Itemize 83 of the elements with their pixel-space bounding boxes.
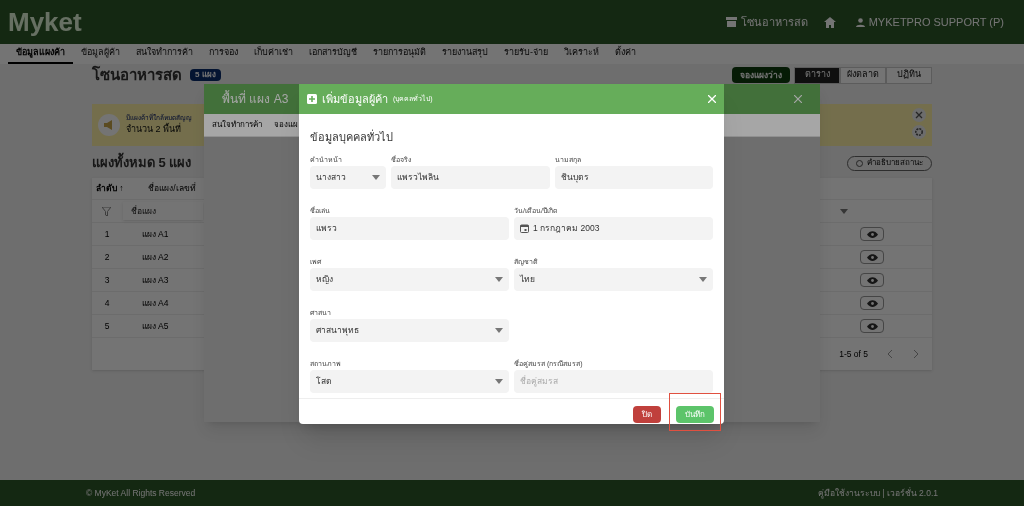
view-button[interactable] [860, 273, 884, 287]
caret-icon [495, 327, 503, 333]
nav-tab[interactable]: รายการอนุมัติ [365, 44, 434, 64]
table-cell-text: แผง A2 [140, 250, 170, 264]
caret-icon [840, 208, 848, 214]
eye-icon [866, 230, 878, 238]
table-cell-text: แผง A1 [140, 227, 170, 241]
column-header: ชื่อแผง/เลขที่ [147, 182, 197, 195]
select-field[interactable]: หญิง [310, 267, 509, 291]
dialog-tab[interactable]: จองแผ [274, 119, 298, 131]
input-field[interactable]: แพรว [310, 216, 509, 240]
megaphone-icon [98, 114, 120, 136]
logo: Myket [8, 5, 82, 39]
view-button[interactable] [860, 319, 884, 333]
table-cell-text: แผง A5 [140, 319, 170, 333]
close-icon[interactable] [794, 95, 802, 103]
nav-tab[interactable]: ข้อมูลแผงค้า [8, 44, 73, 64]
caret-icon [372, 174, 380, 180]
close-icon[interactable] [912, 108, 926, 122]
section-title: แผงทั้งหมด 5 แผง [92, 153, 192, 173]
column-header: ลำดับ ↑ [95, 182, 125, 195]
table-cell-text: 5 [103, 319, 111, 333]
section-heading: ข้อมูลบุคคลทั่วไป [310, 129, 394, 146]
nav-tab[interactable]: สนใจทำการค้า [128, 44, 201, 64]
page-title: โซนอาหารสด [92, 64, 182, 85]
caret-icon [495, 378, 503, 384]
select-field[interactable]: ศาสนาพุทธ [310, 318, 509, 342]
view-button[interactable] [860, 250, 884, 264]
eye-icon [866, 253, 878, 261]
table-cell-text: 1 [103, 227, 111, 241]
filter-field[interactable]: ชื่อแผง [123, 202, 203, 220]
select-field[interactable]: ไทย [514, 267, 713, 291]
nav-tab[interactable]: ข้อมูลผู้ค้า [73, 44, 128, 64]
input-field[interactable]: ชินบุตร [554, 165, 713, 189]
previous-icon[interactable] [888, 350, 893, 358]
date-field[interactable]: 1 กรกฎาคม 2003 [514, 216, 713, 240]
dialog-title: พื้นที่ แผง A3 [222, 90, 289, 108]
dialog-tab[interactable]: สนใจทำการค้า [212, 119, 262, 131]
table-cell-text: 3 [103, 273, 111, 287]
eye-icon [866, 299, 878, 307]
add-icon [307, 94, 317, 104]
view-tab[interactable]: ปฏิทิน [886, 66, 932, 84]
caret-icon [699, 276, 707, 282]
zone-link[interactable]: โซนอาหารสด [725, 13, 808, 31]
alert-count: จำนวน 2 พื้นที่ [126, 123, 182, 137]
home-icon[interactable] [823, 16, 836, 28]
store-icon [725, 17, 737, 27]
nav-tab[interactable]: การจอง [201, 44, 246, 64]
copyright-text: © MyKet All Rights Reserved [86, 486, 196, 500]
user-menu[interactable]: MYKETPRO SUPPORT (P) [855, 13, 1004, 31]
table-cell-text: 4 [103, 296, 111, 310]
pagination-text: 1-5 of 5 [839, 347, 868, 361]
select-field[interactable]: โสด [310, 369, 509, 393]
dialog-title: เพิ่มข้อมูลผู้ค้า [322, 90, 388, 108]
caret-icon [495, 276, 503, 282]
nav-tab[interactable]: เก็บค่าเช่า [246, 44, 301, 64]
nav-tab[interactable]: วิเคราะห์ [556, 44, 607, 64]
table-cell-text: 2 [103, 250, 111, 264]
view-tab[interactable]: ผังตลาด [840, 66, 886, 84]
close-button[interactable]: ปิด [633, 406, 661, 423]
select-field[interactable]: นางสาว [310, 165, 386, 189]
save-button[interactable]: บันทึก [676, 406, 714, 423]
nav-tab[interactable]: รายรับ-จ่าย [496, 44, 556, 64]
nav-tab[interactable]: เอกสารบัญชี [301, 44, 365, 64]
table-cell-text: แผง A3 [140, 273, 170, 287]
footer-info: คู่มือใช้งานระบบ | เวอร์ชั่น 2.0.1 [817, 486, 938, 500]
view-button[interactable] [860, 296, 884, 310]
close-icon[interactable] [708, 95, 716, 103]
input-field[interactable]: ชื่อคู่สมรส [514, 369, 713, 393]
nav-tab[interactable]: ตั้งค่า [607, 44, 644, 64]
count-badge: 5 แผง [190, 69, 221, 81]
next-icon[interactable] [913, 350, 918, 358]
table-cell-text: แผง A4 [140, 296, 170, 310]
nav-tab[interactable]: รายงานสรุป [434, 44, 496, 64]
book-stall-button[interactable]: จองแผงว่าง [732, 67, 790, 83]
input-field[interactable]: แพรวไพลิน [391, 165, 550, 189]
eye-icon [866, 276, 878, 284]
filter-icon [102, 206, 111, 216]
eye-icon [866, 322, 878, 330]
calendar-icon [520, 223, 529, 233]
user-icon [855, 17, 865, 27]
view-button[interactable] [860, 227, 884, 241]
view-tab[interactable]: ตาราง [794, 66, 840, 84]
